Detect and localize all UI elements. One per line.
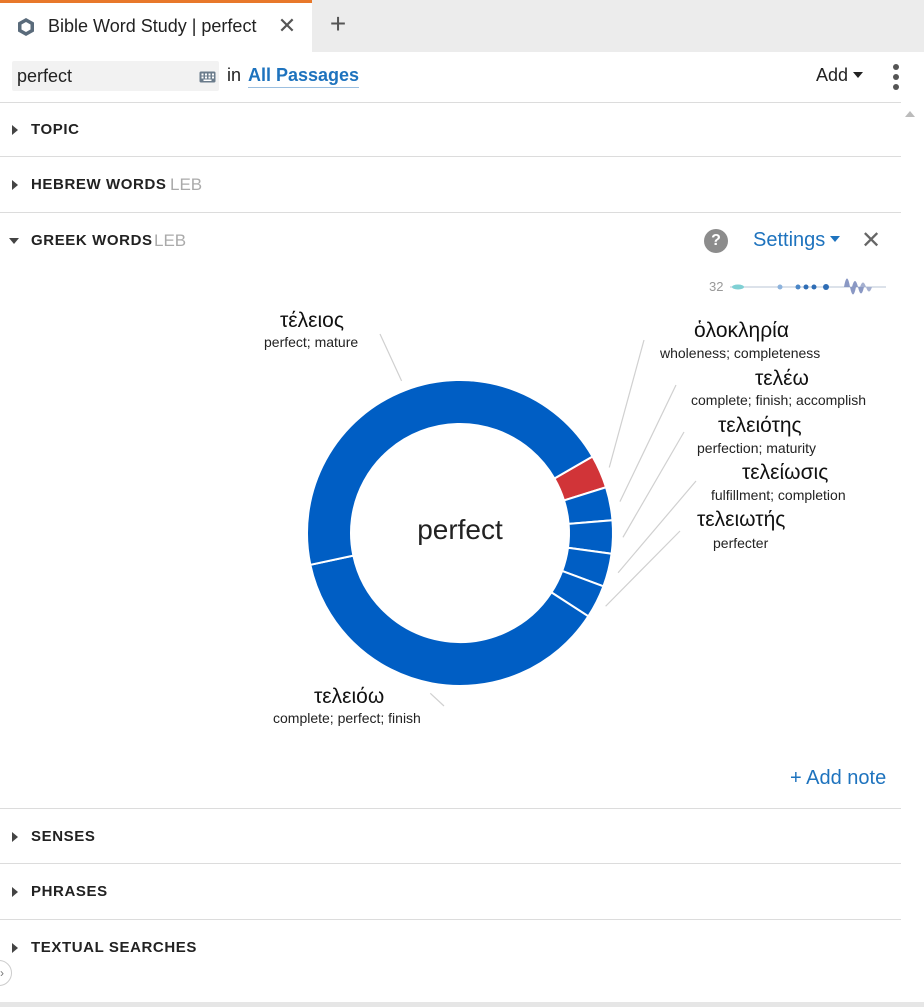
divider (0, 808, 901, 809)
section-hebrew-words[interactable]: HEBREW WORDS (31, 176, 167, 193)
section-textual-searches[interactable]: TEXTUAL SEARCHES (31, 939, 197, 956)
word-lemma-teleioo[interactable]: τελειόω (314, 685, 384, 709)
scroll-up-arrow[interactable] (905, 111, 915, 117)
word-gloss-teleioo: complete; perfect; finish (273, 710, 421, 726)
word-lemma-teleo[interactable]: τελέω (755, 367, 809, 391)
hebrew-version-label: LEB (170, 175, 203, 194)
word-lemma-teleios[interactable]: τέλειος (280, 309, 344, 333)
word-lemma-holokleria[interactable]: ὁλοκληρία (694, 319, 789, 343)
tab-bar: Bible Word Study | perfect ✕ + (0, 0, 924, 52)
leader-line-1 (619, 384, 677, 502)
sidebar-toggle[interactable]: › (0, 960, 12, 986)
leader-line-5 (429, 692, 445, 707)
divider (0, 919, 901, 920)
greek-version-label: LEB (154, 231, 187, 250)
leader-line-2 (622, 431, 685, 538)
bible-word-study-window: Bible Word Study | perfect ✕ + in All Pa… (0, 0, 924, 1007)
donut-slice-5[interactable] (309, 554, 590, 687)
word-gloss-teleios: perfect; mature (264, 334, 359, 350)
add-note-button[interactable]: + Add note (790, 767, 886, 790)
caret-right-icon[interactable] (12, 832, 18, 842)
section-phrases[interactable]: PHRASES (31, 883, 108, 900)
leader-line-4 (605, 530, 681, 607)
caret-down-icon[interactable] (9, 238, 19, 244)
divider (0, 156, 901, 157)
tab-title: Bible Word Study | perfect (48, 16, 257, 36)
caret-down-icon (830, 236, 841, 242)
section-senses[interactable]: SENSES (31, 828, 95, 845)
word-gloss-teleo: complete; finish; accomplish (691, 392, 867, 408)
chevron-right-icon: › (0, 966, 4, 980)
settings-button[interactable]: Settings (753, 229, 841, 252)
tab-bible-word-study[interactable]: Bible Word Study | perfect ✕ (0, 0, 312, 52)
keyboard-icon[interactable] (199, 71, 216, 83)
add-label: Add (816, 65, 849, 85)
in-label: in (227, 65, 242, 85)
add-button[interactable]: Add (816, 65, 864, 86)
settings-label: Settings (753, 229, 826, 251)
caret-right-icon[interactable] (12, 125, 18, 135)
divider (0, 102, 901, 103)
caret-right-icon[interactable] (12, 943, 18, 953)
close-panel-icon[interactable]: ✕ (859, 228, 883, 254)
leader-line-3 (617, 480, 697, 574)
word-lemma-teleiotes[interactable]: τελειότης (718, 414, 802, 438)
word-gloss-perfecter: perfecter (713, 535, 769, 551)
word-gloss-teleiotes: perfection; maturity (697, 440, 817, 456)
divider (0, 863, 901, 864)
chart-center-label: perfect (417, 514, 503, 545)
word-gloss-teleiosis: fulfillment; completion (711, 487, 846, 503)
section-greek-words[interactable]: GREEK WORDS (31, 232, 153, 249)
caret-down-icon (853, 72, 864, 78)
leader-line-0 (608, 339, 645, 468)
tab-close-icon[interactable]: ✕ (276, 14, 298, 38)
section-topic[interactable]: TOPIC (31, 121, 80, 138)
passage-scope-link[interactable]: All Passages (248, 65, 360, 88)
bottom-scrollbar[interactable] (0, 1002, 924, 1007)
caret-right-icon[interactable] (12, 887, 18, 897)
guide-icon (18, 18, 34, 36)
word-lemma-teleiosis[interactable]: τελείωσις (742, 461, 828, 485)
word-gloss-holokleria: wholeness; completeness (660, 345, 821, 361)
search-input[interactable] (17, 65, 192, 87)
caret-right-icon[interactable] (12, 180, 18, 190)
divider (0, 212, 901, 213)
more-options-icon[interactable] (889, 63, 903, 91)
new-tab-button[interactable]: + (326, 10, 350, 38)
word-lemma-teleiotes-perfecter[interactable]: τελειωτής (697, 508, 785, 532)
search-box (12, 61, 219, 91)
leader-line-6 (379, 333, 403, 382)
help-icon[interactable]: ? (704, 229, 728, 253)
